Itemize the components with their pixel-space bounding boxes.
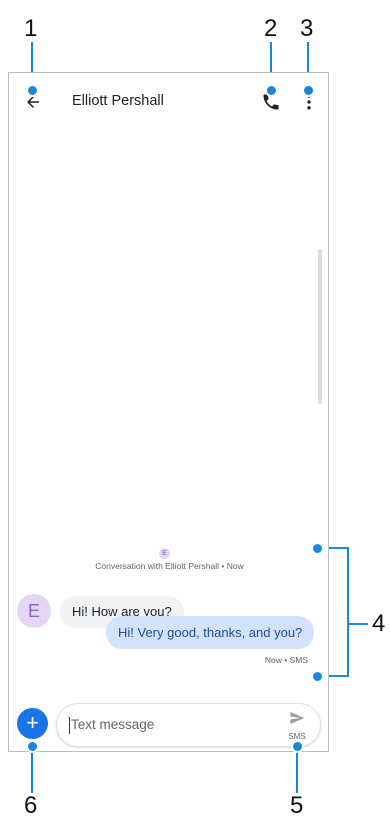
callout-dot-5 <box>291 740 304 753</box>
message-status: Now • SMS <box>264 655 308 665</box>
callout-line-4-horizontal <box>348 623 368 625</box>
conversation-info: Conversation with Elliott Pershall • Now <box>95 561 244 571</box>
callout-number-1: 1 <box>24 15 38 42</box>
send-button[interactable]: SMS <box>283 710 311 741</box>
message-placeholder: Text message <box>71 717 155 732</box>
scrollbar[interactable] <box>318 249 322 404</box>
contact-name-title: Elliott Pershall <box>72 93 164 109</box>
text-caret <box>69 717 70 734</box>
callout-number-2: 2 <box>264 15 278 42</box>
callout-number-6: 6 <box>24 792 38 819</box>
callout-dot-4-bottom <box>311 670 324 683</box>
message-input[interactable]: Text message SMS <box>56 703 321 747</box>
phone-screen: Elliott Pershall E Conversation with Ell… <box>8 72 329 752</box>
outgoing-message-bubble[interactable]: Hi! Very good, thanks, and you? <box>106 616 315 649</box>
contact-avatar[interactable]: E <box>17 594 51 628</box>
callout-line-4-vertical <box>347 547 349 677</box>
callout-dot-2 <box>265 84 278 97</box>
send-icon <box>290 712 305 724</box>
callout-number-5: 5 <box>290 792 304 819</box>
callout-dot-4-top <box>311 542 324 555</box>
callout-number-4: 4 <box>372 610 386 637</box>
plus-icon: + <box>26 710 39 735</box>
callout-dot-3 <box>302 84 315 97</box>
callout-dot-6 <box>26 740 39 753</box>
callout-number-3: 3 <box>300 15 314 42</box>
add-attachment-button[interactable]: + <box>17 708 48 739</box>
conversation-avatar-small: E <box>159 548 170 559</box>
callout-dot-1 <box>26 84 39 97</box>
